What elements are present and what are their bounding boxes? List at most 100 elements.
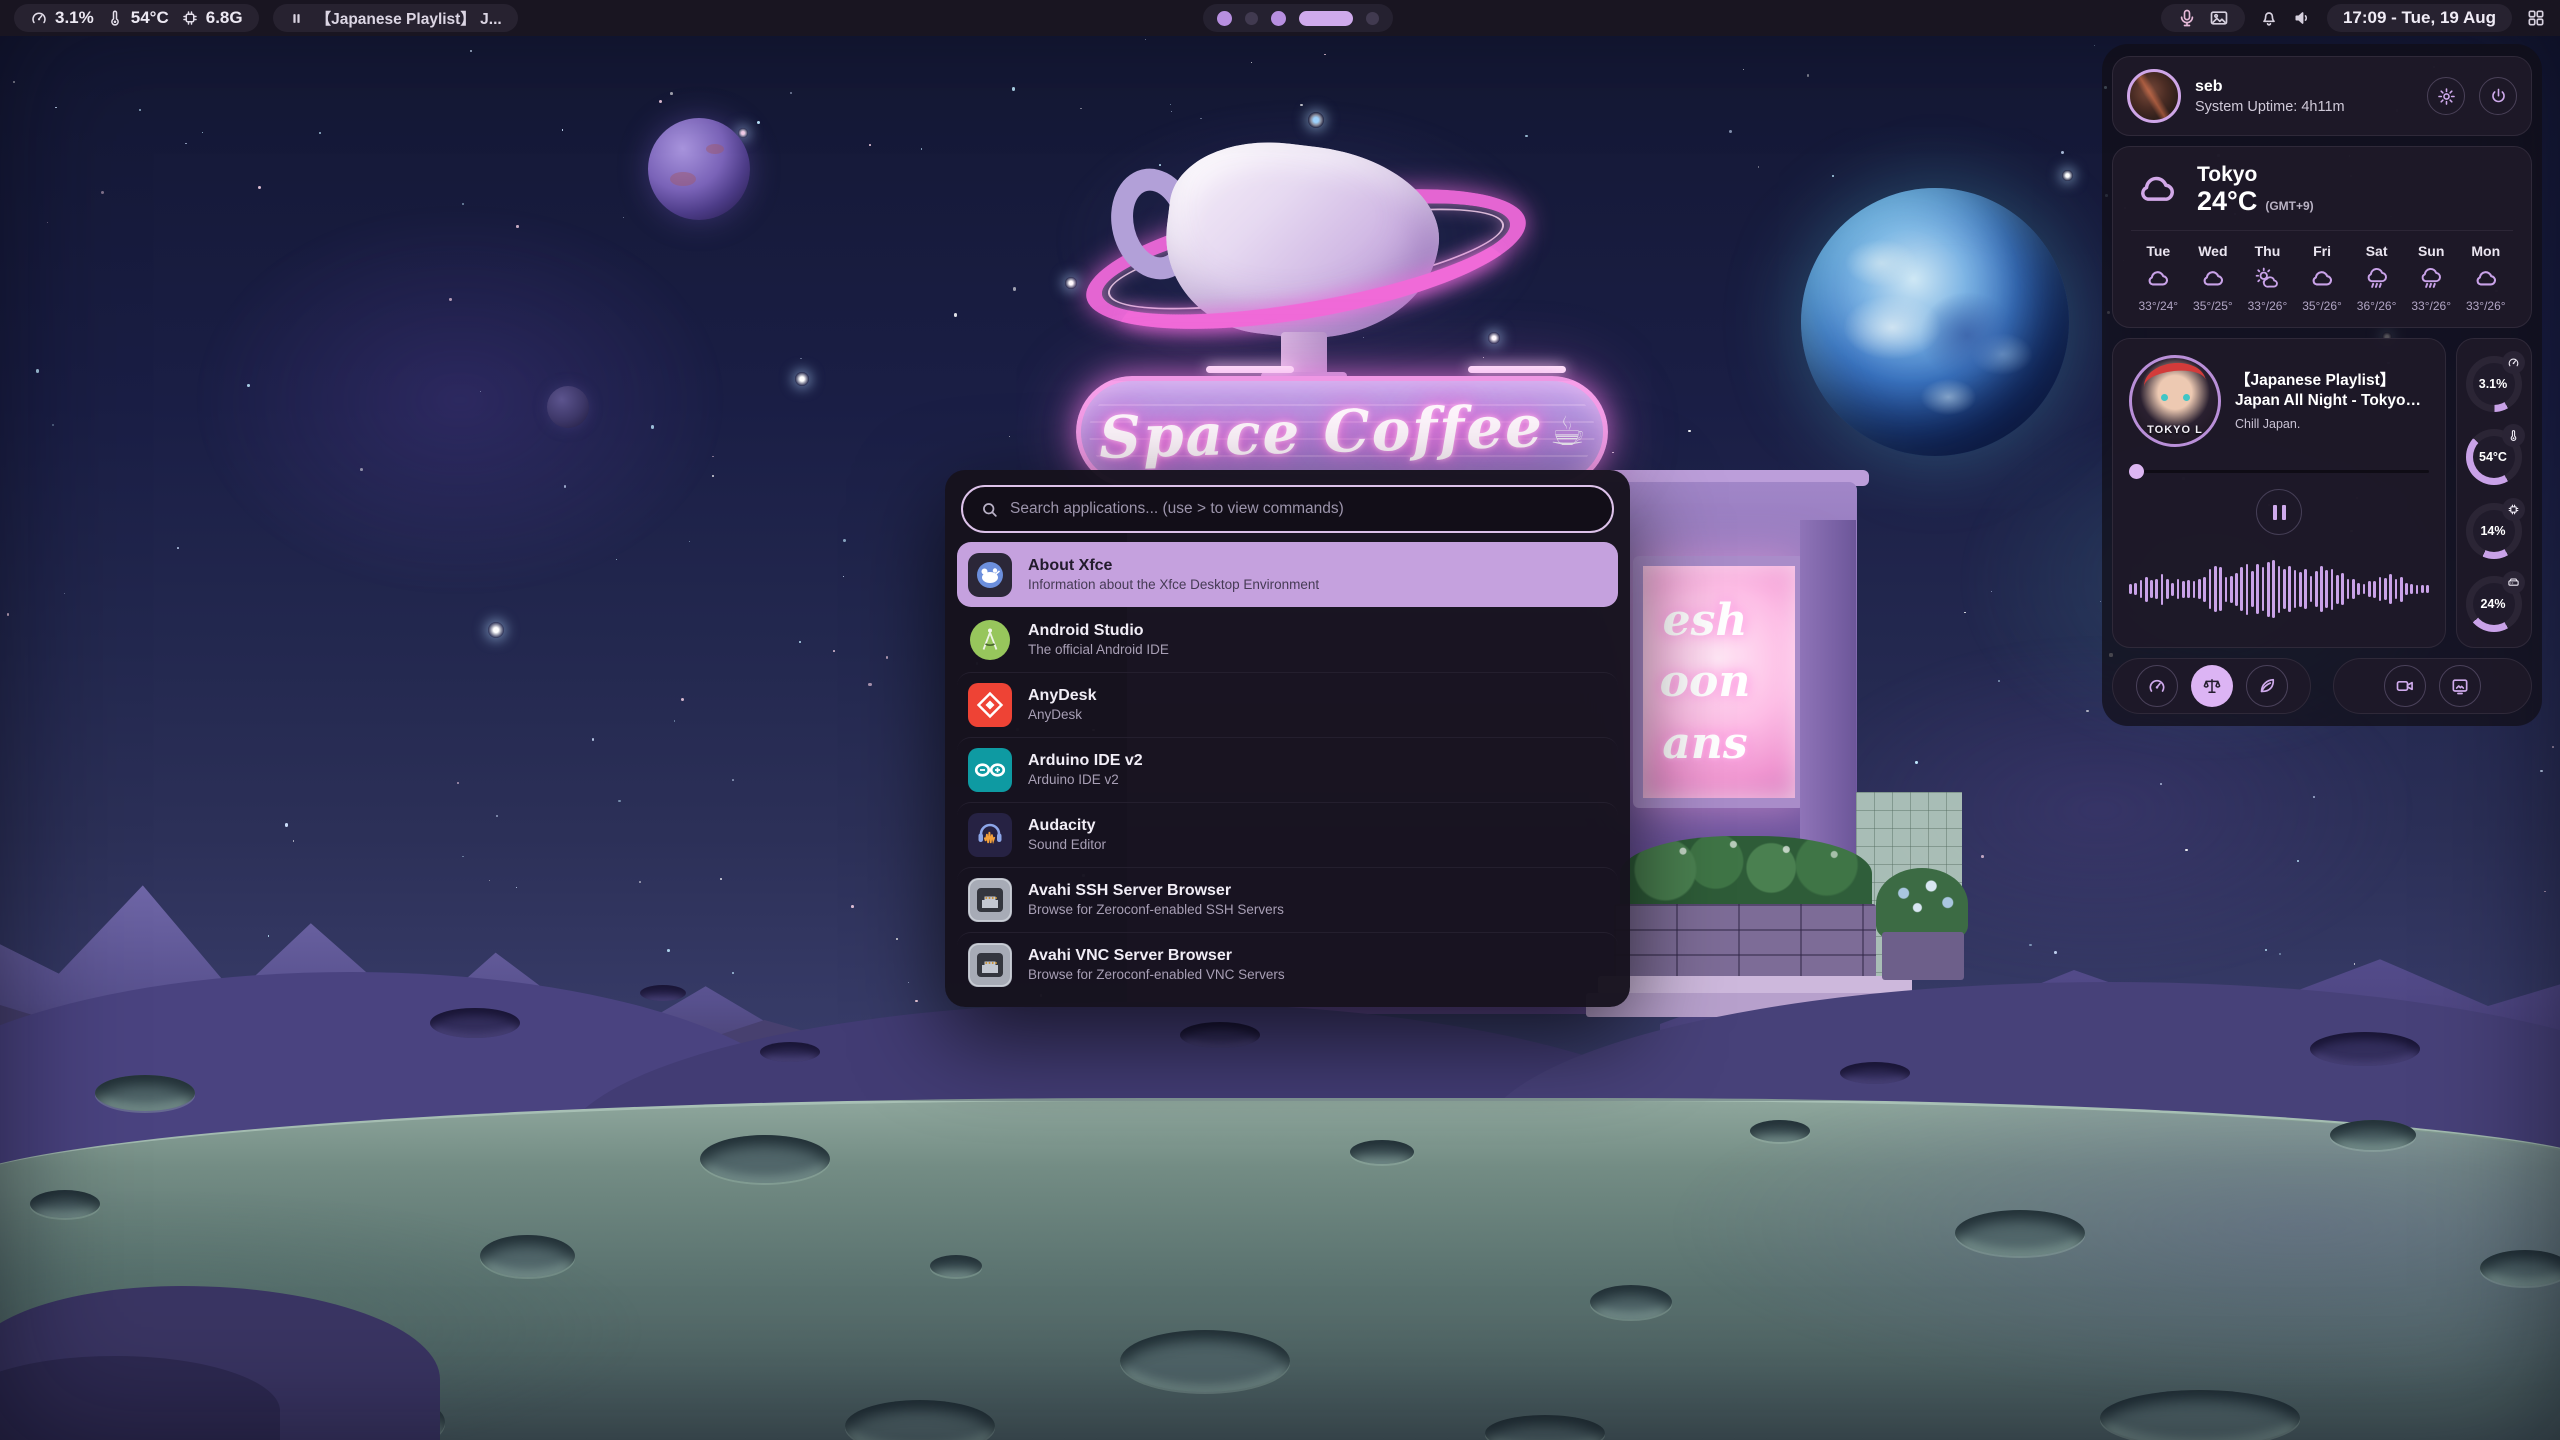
screenshot-icon [2450, 676, 2470, 696]
chip-icon [181, 9, 199, 27]
progress-handle[interactable] [2129, 464, 2144, 479]
forecast-day-label: Sun [2418, 243, 2444, 259]
app-list-item-about-xfce[interactable]: About Xfce Information about the Xfce De… [957, 542, 1618, 607]
app-list-item-avahi-ssh-server-browser[interactable]: Avahi SSH Server Browser Browse for Zero… [957, 867, 1618, 932]
tray-pill[interactable] [2161, 4, 2245, 32]
stat-value: 6.8G [206, 8, 243, 28]
quick-settings-right [2333, 658, 2532, 714]
search-bar[interactable] [961, 485, 1614, 533]
forecast-day-label: Wed [2198, 243, 2227, 259]
workspace-dot-3[interactable] [1271, 11, 1286, 26]
workspace-indicator[interactable] [1203, 4, 1393, 32]
search-input[interactable] [1010, 500, 1595, 518]
thermometer-icon [106, 9, 124, 27]
forecast-temps: 33°/26° [2466, 299, 2506, 313]
flower-bush [1876, 868, 1968, 940]
crater [1120, 1330, 1290, 1392]
volume-icon[interactable] [2293, 8, 2313, 28]
power-button[interactable] [2479, 77, 2517, 115]
video-camera-icon [2395, 676, 2415, 696]
image-icon[interactable] [2209, 8, 2229, 28]
forecast-temps: 33°/24° [2138, 299, 2178, 313]
app-subtitle: The official Android IDE [1028, 643, 1169, 657]
crater [1350, 1140, 1414, 1164]
app-list-item-anydesk[interactable]: AnyDesk AnyDesk [957, 672, 1618, 737]
workspace-dot-1[interactable] [1217, 11, 1232, 26]
avatar[interactable] [2127, 69, 2181, 123]
gauge-disk: 24% [2465, 571, 2523, 635]
small-moon [547, 386, 589, 428]
track-subtitle: Chill Japan. [2235, 417, 2429, 431]
app-list-item-android-studio[interactable]: Android Studio The official Android IDE [957, 607, 1618, 672]
rain-icon [2364, 266, 2390, 292]
workspace-dot-5[interactable] [1366, 12, 1379, 25]
forecast-temps: 36°/26° [2357, 299, 2397, 313]
forecast-day-sat: Sat 36°/26° [2349, 243, 2404, 313]
progress-track[interactable] [2144, 470, 2429, 473]
rain-icon [2418, 266, 2444, 292]
quick-button-video-camera[interactable] [2384, 665, 2426, 707]
forecast-day-label: Thu [2255, 243, 2281, 259]
quick-button-scales[interactable] [2191, 665, 2233, 707]
gauge-speedometer: 3.1% [2465, 351, 2523, 415]
play-pause-button[interactable] [2256, 489, 2302, 535]
crater [2330, 1120, 2416, 1150]
album-art[interactable]: TOKYO L [2129, 355, 2221, 447]
app-grid-icon[interactable] [2526, 8, 2546, 28]
app-subtitle: Browse for Zeroconf-enabled VNC Servers [1028, 968, 1285, 982]
xfce-icon [968, 553, 1012, 597]
clock-label: 17:09 - Tue, 19 Aug [2343, 8, 2496, 28]
android-studio-icon [968, 618, 1012, 662]
settings-button[interactable] [2427, 77, 2465, 115]
mic-icon[interactable] [2177, 8, 2197, 28]
forecast-day-sun: Sun 33°/26° [2404, 243, 2459, 313]
audacity-icon [968, 813, 1012, 857]
crater [640, 985, 686, 1001]
app-list-item-audacity[interactable]: Audacity Sound Editor [957, 802, 1618, 867]
app-list-item-arduino-ide-v2[interactable]: Arduino IDE v2 Arduino IDE v2 [957, 737, 1618, 802]
neon-sign-text: Space Coffee [1098, 392, 1545, 472]
now-playing-pill[interactable]: 【Japanese Playlist】 J... [273, 4, 518, 32]
system-stats-pill[interactable]: 3.1%54°C6.8G [14, 4, 259, 32]
workspace-dot-4[interactable] [1299, 11, 1353, 26]
forecast-day-fri: Fri 35°/26° [2295, 243, 2350, 313]
quick-button-speedometer[interactable] [2136, 665, 2178, 707]
brick-planter [1614, 904, 1876, 978]
app-subtitle: Browse for Zeroconf-enabled SSH Servers [1028, 903, 1284, 917]
bell-icon[interactable] [2259, 8, 2279, 28]
quick-button-screenshot[interactable] [2439, 665, 2481, 707]
search-icon [980, 500, 999, 519]
disk-icon [2507, 576, 2520, 589]
cloud-icon [2309, 266, 2335, 292]
shop-step [1598, 976, 1912, 994]
crater [30, 1190, 100, 1218]
purple-planet [648, 118, 750, 220]
sign-light [1468, 366, 1566, 373]
forecast-temps: 35°/25° [2193, 299, 2233, 313]
quick-button-leaf[interactable] [2246, 665, 2288, 707]
gear-icon [2437, 87, 2456, 106]
app-title: AnyDesk [1028, 688, 1096, 705]
forecast-day-wed: Wed 35°/25° [2186, 243, 2241, 313]
app-title: Avahi SSH Server Browser [1028, 883, 1284, 900]
crater [2310, 1032, 2420, 1066]
forecast-day-label: Fri [2313, 243, 2331, 259]
crater [760, 1042, 820, 1062]
earth-planet [1801, 188, 2069, 456]
quick-settings-left [2112, 658, 2311, 714]
sun-cloud-icon [2254, 266, 2280, 292]
clock-pill[interactable]: 17:09 - Tue, 19 Aug [2327, 4, 2512, 32]
crater [930, 1255, 982, 1277]
avahi-icon [968, 943, 1012, 987]
stat-thermometer: 54°C [106, 8, 169, 28]
app-launcher: About Xfce Information about the Xfce De… [945, 470, 1630, 1007]
cloud-icon [2131, 168, 2183, 212]
crater [1840, 1062, 1910, 1084]
weather-forecast: Tue 33°/24°Wed 35°/25°Thu 33°/26°Fri 35°… [2131, 243, 2513, 313]
workspace-dot-2[interactable] [1245, 12, 1258, 25]
app-title: Arduino IDE v2 [1028, 753, 1143, 770]
crater [1750, 1120, 1810, 1142]
track-progress[interactable] [2129, 463, 2429, 479]
app-list-item-avahi-vnc-server-browser[interactable]: Avahi VNC Server Browser Browse for Zero… [957, 932, 1618, 997]
anydesk-icon [968, 683, 1012, 727]
